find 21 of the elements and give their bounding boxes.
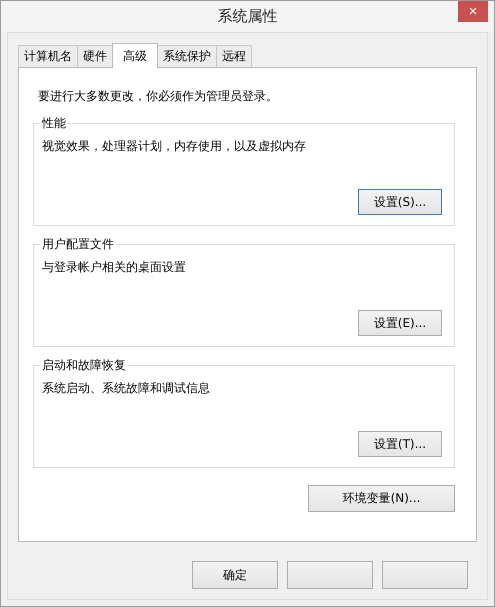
dialog-button[interactable] [382,561,468,589]
settings-button[interactable]: 设置(S)... [358,189,442,215]
group-description: 与登录帐户相关的桌面设置 [42,259,187,276]
tab[interactable]: 硬件 [77,45,113,67]
group-description: 视觉效果，处理器计划，内存使用，以及虚拟内存 [42,138,307,155]
tab[interactable]: 高级 [112,43,158,68]
close-button[interactable]: × [458,1,488,22]
tab[interactable]: 远程 [216,45,252,67]
environment-variables-button[interactable]: 环境变量(N)... [308,485,455,512]
tab[interactable]: 计算机名 [18,45,78,67]
tab[interactable]: 系统保护 [157,45,217,67]
dialog-button[interactable]: 确定 [192,561,278,589]
settings-button[interactable]: 设置(E)... [358,310,442,336]
notice-text: 要进行大多数更改，你必须作为管理员登录。 [38,88,279,105]
group-title: 启动和故障恢复 [40,357,128,374]
group-title: 性能 [40,115,68,132]
settings-button[interactable]: 设置(T)... [358,431,442,457]
group-description: 系统启动、系统故障和调试信息 [42,380,211,397]
group-title: 用户配置文件 [40,236,116,253]
window-title: 系统属性 [218,7,278,26]
dialog-button[interactable] [287,561,373,589]
